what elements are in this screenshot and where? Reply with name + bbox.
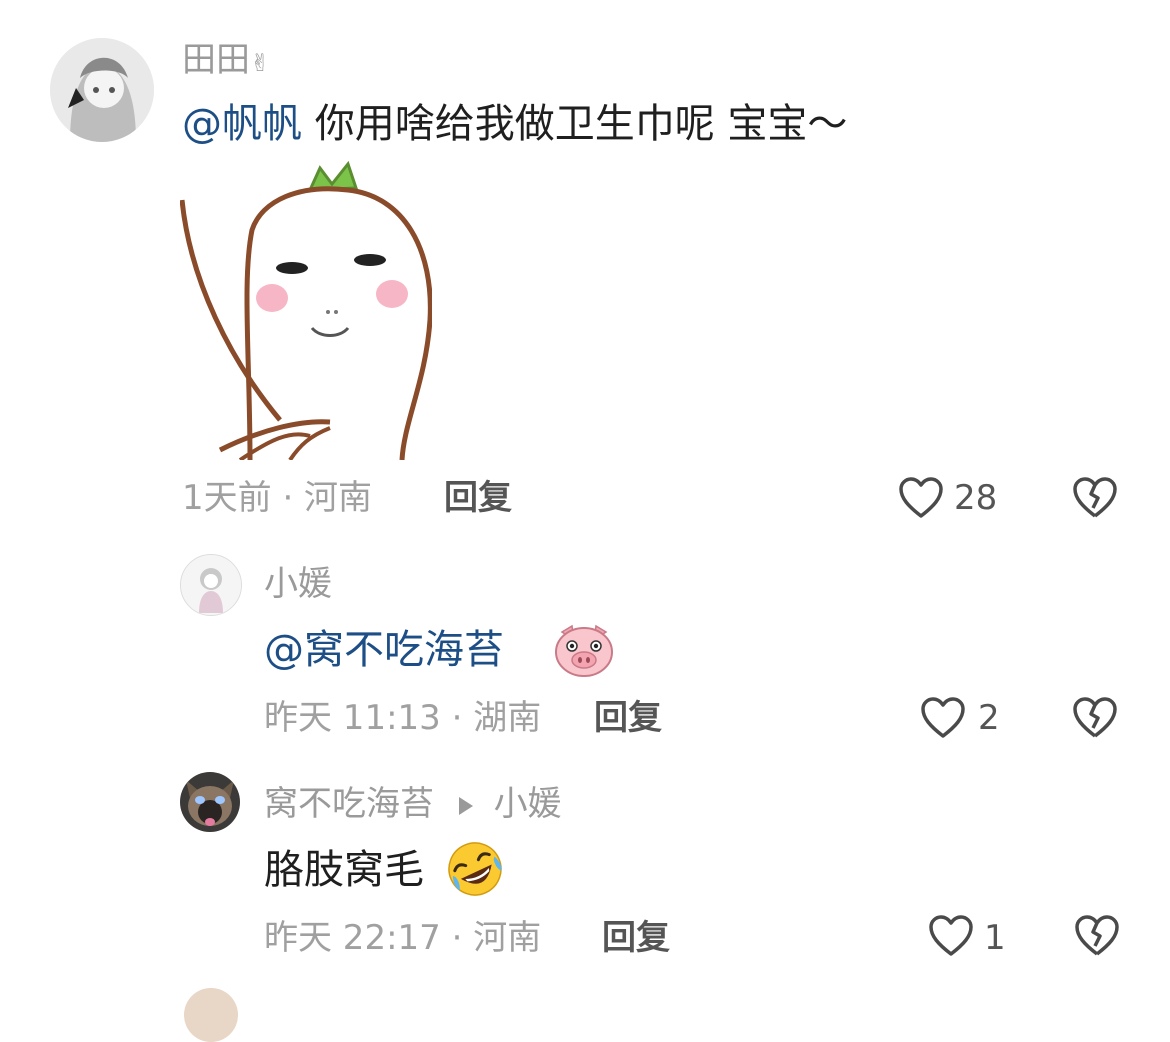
comment-meta: 昨天 11:13 · 湖南 <box>264 698 542 738</box>
reply-header: 窝不吃海苔 小媛 <box>264 784 562 824</box>
mention-link[interactable]: @窝不吃海苔 <box>264 627 504 673</box>
comment-header: 田田✌ <box>182 40 270 83</box>
broken-heart-icon[interactable] <box>1072 696 1118 740</box>
like-count: 28 <box>954 478 998 518</box>
like-count: 1 <box>984 918 1006 958</box>
mention-link[interactable]: @帆帆 <box>182 101 302 147</box>
username[interactable]: 小媛 <box>264 564 332 604</box>
username[interactable]: 田田 <box>182 40 250 80</box>
comment-meta: 昨天 22:17 · 河南 <box>264 918 542 958</box>
reply-to-username[interactable]: 小媛 <box>494 784 562 824</box>
avatar[interactable] <box>50 38 154 142</box>
play-arrow-icon <box>458 796 473 815</box>
victory-hand-icon: ✌ <box>250 49 271 77</box>
avatar[interactable] <box>180 554 242 616</box>
reply-button[interactable]: 回复 <box>602 918 670 958</box>
broken-heart-icon[interactable] <box>1072 476 1118 520</box>
comment-body: 你用啥给我做卫生巾呢 宝宝～ <box>314 101 848 147</box>
avatar[interactable] <box>184 988 238 1042</box>
rolling-laughing-emoji-icon <box>442 840 508 902</box>
like-count: 2 <box>978 698 1000 738</box>
comment-text: @帆帆 你用啥给我做卫生巾呢 宝宝～ <box>182 100 847 148</box>
heart-icon[interactable] <box>920 696 966 740</box>
radish-sticker-image[interactable] <box>179 160 433 462</box>
comment-body: 胳肢窝毛 <box>264 847 424 893</box>
comment-text: @窝不吃海苔 <box>264 626 504 674</box>
heart-icon[interactable] <box>898 476 944 520</box>
reply-button[interactable]: 回复 <box>444 478 512 518</box>
broken-heart-icon[interactable] <box>1074 914 1120 958</box>
reply-button[interactable]: 回复 <box>594 698 662 738</box>
pig-face-icon <box>554 622 614 682</box>
comment-meta: 1天前 · 河南 <box>182 478 373 518</box>
avatar[interactable] <box>180 772 240 832</box>
username[interactable]: 窝不吃海苔 <box>264 784 434 824</box>
heart-icon[interactable] <box>928 914 974 958</box>
